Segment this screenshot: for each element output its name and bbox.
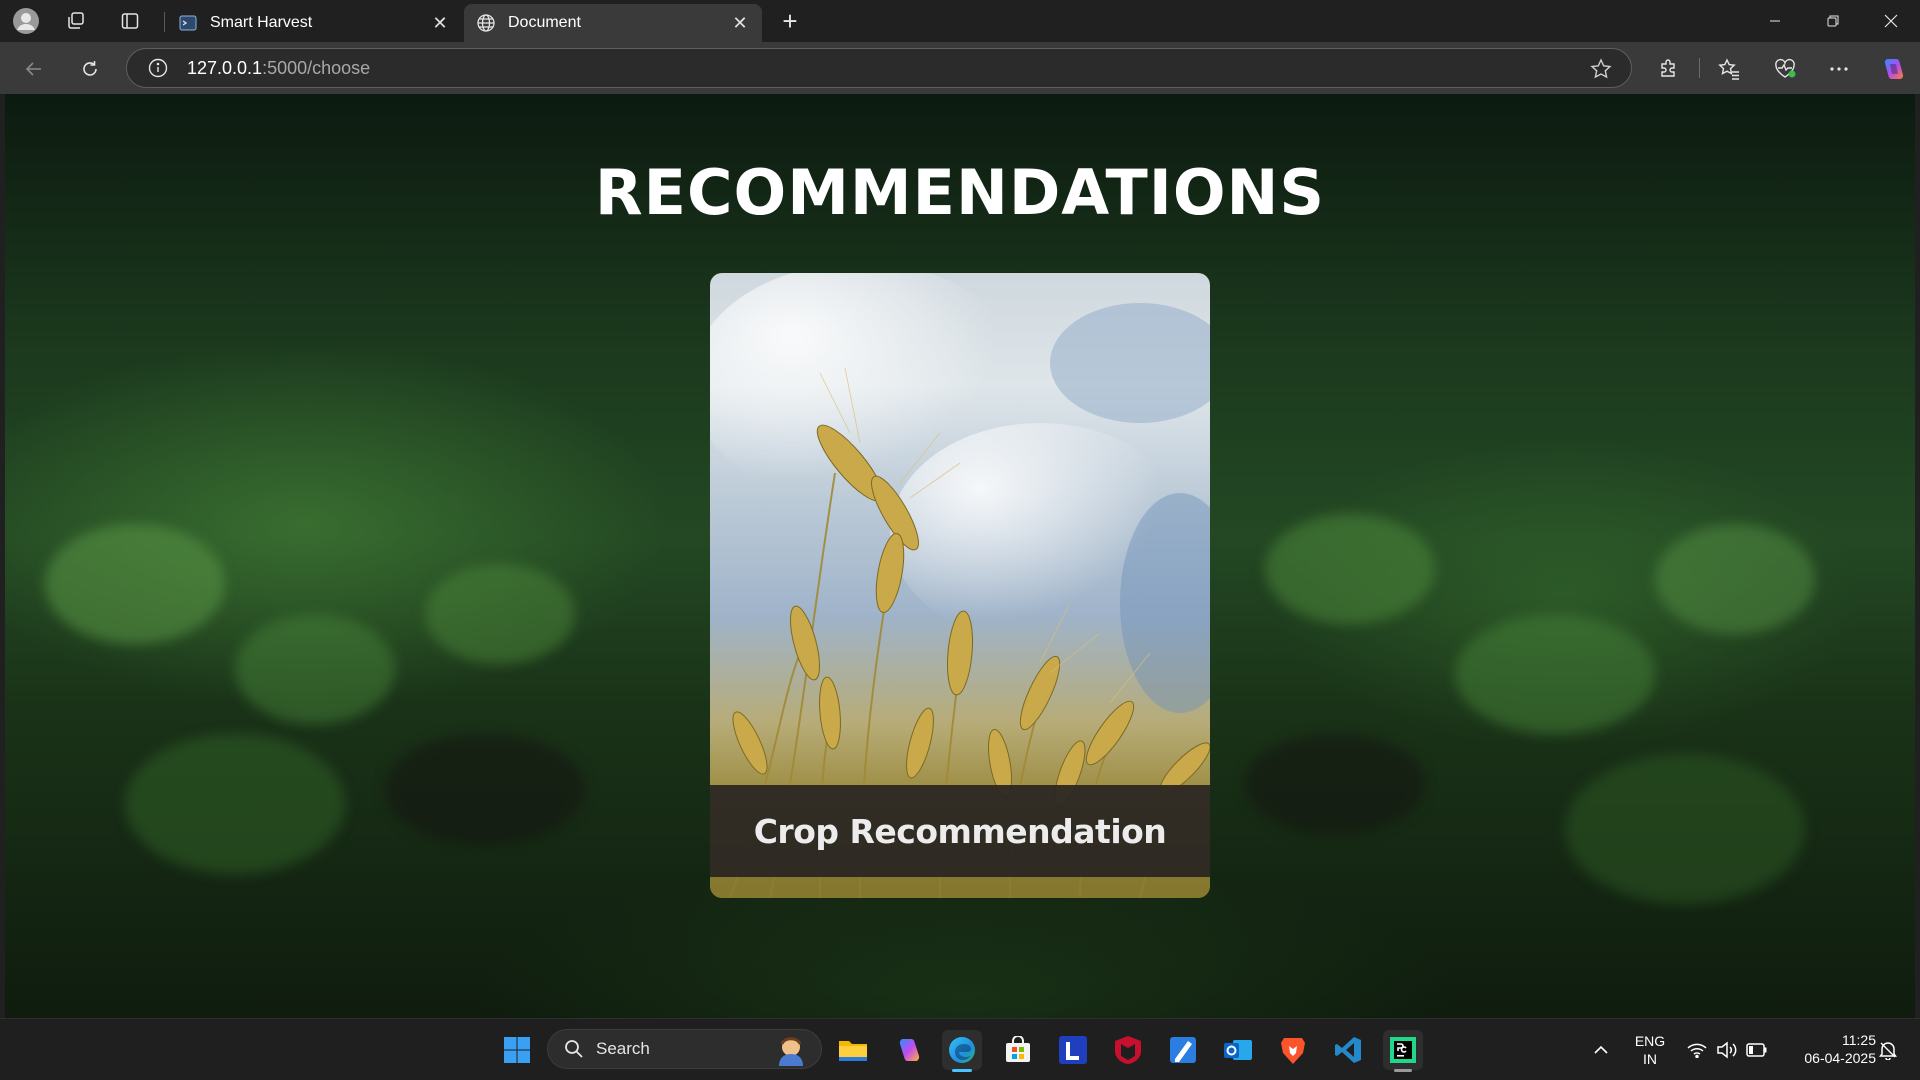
background-leaf bbox=[235, 614, 395, 724]
tab-separator bbox=[164, 12, 165, 32]
clock-date: 06-04-2025 bbox=[1804, 1050, 1876, 1066]
copilot-icon[interactable] bbox=[1876, 52, 1910, 86]
url-path: :5000/choose bbox=[262, 57, 371, 78]
vscode-icon[interactable] bbox=[1328, 1030, 1368, 1070]
language-indicator[interactable]: ENG IN bbox=[1628, 1032, 1672, 1068]
background-leaf bbox=[125, 734, 345, 874]
background-leaf bbox=[1455, 614, 1655, 734]
chevron-up-icon[interactable] bbox=[1589, 1038, 1613, 1062]
clock[interactable]: 11:25 06-04-2025 bbox=[1780, 1031, 1876, 1067]
page-title: RECOMMENDATIONS bbox=[594, 156, 1326, 229]
favorite-star-icon[interactable] bbox=[1589, 57, 1613, 81]
browser-essentials-icon[interactable] bbox=[1768, 52, 1802, 86]
workspaces-icon[interactable] bbox=[60, 6, 92, 36]
tab-strip: Smart Harvest ✕ Document ✕ + bbox=[0, 0, 1920, 42]
page-viewport: RECOMMENDATIONS Crop Recommendation bbox=[5, 94, 1915, 1018]
globe-icon bbox=[476, 13, 496, 33]
background-leaf bbox=[1655, 524, 1815, 634]
url-host: 127.0.0.1 bbox=[187, 57, 263, 78]
notification-bell-icon[interactable] bbox=[1876, 1038, 1900, 1062]
tab-title: Smart Harvest bbox=[210, 14, 313, 31]
active-app-indicator bbox=[952, 1069, 972, 1072]
restore-icon[interactable] bbox=[1804, 0, 1862, 42]
more-options-icon[interactable] bbox=[1822, 52, 1856, 86]
background-soil bbox=[385, 734, 585, 844]
outlook-icon[interactable] bbox=[1218, 1030, 1258, 1070]
brave-icon[interactable] bbox=[1273, 1030, 1313, 1070]
background-leaf bbox=[425, 564, 575, 664]
copilot-icon[interactable] bbox=[888, 1030, 928, 1070]
tab-title: Document bbox=[508, 14, 581, 31]
pen-app-icon[interactable] bbox=[1163, 1030, 1203, 1070]
tab-actions-icon[interactable] bbox=[114, 6, 146, 36]
site-info-icon[interactable] bbox=[147, 57, 169, 79]
edge-icon[interactable] bbox=[942, 1030, 982, 1070]
refresh-button[interactable] bbox=[73, 52, 107, 86]
minimize-icon[interactable] bbox=[1746, 0, 1804, 42]
region-code: IN bbox=[1643, 1051, 1657, 1067]
new-tab-button[interactable]: + bbox=[774, 6, 806, 36]
taskbar-search[interactable]: Search bbox=[547, 1029, 822, 1069]
toolbar-separator bbox=[1699, 58, 1700, 78]
volume-icon[interactable] bbox=[1715, 1038, 1739, 1062]
favorites-icon[interactable] bbox=[1712, 52, 1746, 86]
store-icon[interactable] bbox=[998, 1030, 1038, 1070]
close-icon[interactable]: ✕ bbox=[430, 13, 450, 33]
browser-toolbar: 127.0.0.1:5000/choose bbox=[0, 42, 1920, 94]
tab-smart-harvest[interactable]: Smart Harvest ✕ bbox=[166, 4, 462, 42]
language-code: ENG bbox=[1634, 1033, 1666, 1049]
app-icon bbox=[178, 13, 198, 33]
back-button[interactable] bbox=[17, 52, 51, 86]
profile-icon[interactable] bbox=[10, 6, 42, 36]
running-app-indicator bbox=[1394, 1069, 1412, 1072]
background-leaf bbox=[1565, 754, 1805, 904]
clock-time: 11:25 bbox=[1842, 1032, 1876, 1048]
pycharm-icon[interactable] bbox=[1383, 1030, 1423, 1070]
search-placeholder: Search bbox=[596, 1039, 650, 1058]
l-app-icon[interactable] bbox=[1053, 1030, 1093, 1070]
card-label: Crop Recommendation bbox=[710, 785, 1210, 877]
wifi-icon[interactable] bbox=[1685, 1038, 1709, 1062]
start-icon[interactable] bbox=[497, 1030, 537, 1070]
crop-recommendation-card[interactable]: Crop Recommendation bbox=[710, 273, 1210, 898]
background-leaf bbox=[45, 524, 225, 644]
mcafee-icon[interactable] bbox=[1108, 1030, 1148, 1070]
battery-icon[interactable] bbox=[1745, 1038, 1769, 1062]
close-icon[interactable]: ✕ bbox=[730, 13, 750, 33]
extensions-icon[interactable] bbox=[1652, 52, 1686, 86]
search-highlight-icon bbox=[779, 1037, 803, 1066]
close-window-icon[interactable] bbox=[1862, 0, 1920, 42]
address-bar[interactable]: 127.0.0.1:5000/choose bbox=[126, 48, 1632, 88]
search-icon bbox=[562, 1037, 586, 1061]
background-leaf bbox=[1265, 514, 1435, 624]
background-soil bbox=[1245, 734, 1425, 834]
tab-document[interactable]: Document ✕ bbox=[464, 4, 762, 42]
file-explorer-icon[interactable] bbox=[833, 1030, 873, 1070]
